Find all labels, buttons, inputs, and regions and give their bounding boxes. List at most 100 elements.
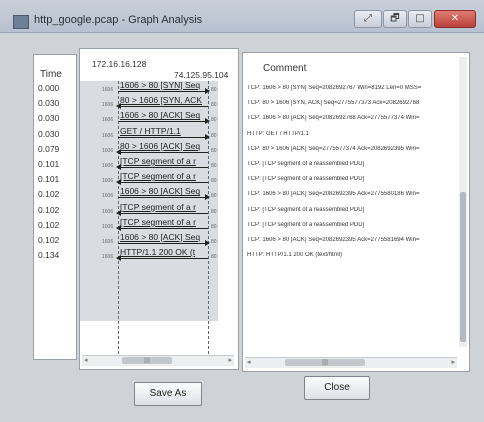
time-value: 0.000	[38, 83, 60, 93]
app-icon	[13, 15, 29, 29]
arrow-left-line	[118, 167, 208, 168]
flow-arrow-label[interactable]: 1606 > 80 [ACK] Seq	[120, 110, 206, 120]
comment-panel[interactable]: Comment TCP: 1606 > 80 [SYN] Seq=2082692…	[242, 52, 470, 372]
arrowhead-icon	[205, 118, 210, 125]
comment-row[interactable]: TCP: [TCP segment of a reassembled PDU]	[247, 222, 461, 228]
graph-panel[interactable]: 172.16.16.128 74.125.95.104 1606 > 80 [S…	[79, 48, 239, 370]
comment-header: Comment	[263, 63, 307, 74]
restore-button[interactable]: 🗗	[383, 10, 407, 28]
port-label: 80	[211, 223, 217, 230]
port-label: 1606	[102, 208, 114, 215]
flow-arrow-label[interactable]: HTTP/1.1 200 OK (t	[120, 247, 206, 257]
comment-vscroll-thumb[interactable]	[460, 192, 466, 342]
flow-arrow-label[interactable]: 1606 > 80 [SYN] Seq	[120, 80, 206, 90]
close-window-button[interactable]: ✕	[434, 10, 476, 28]
port-label: 1606	[102, 178, 114, 185]
arrowhead-icon	[205, 88, 210, 94]
arrow-left-line	[118, 258, 208, 260]
host-a-label: 172.16.16.128	[92, 59, 147, 69]
port-label: 1606	[102, 117, 114, 124]
flow-arrow-label[interactable]: [TCP segment of a r	[120, 156, 206, 166]
graph-hscrollbar[interactable]: ◂ ||| ▸	[82, 355, 234, 366]
resize-icon[interactable]: ⤢	[354, 10, 382, 28]
comment-row[interactable]: TCP: [TCP segment of a reassembled PDU]	[247, 207, 461, 213]
port-label: 80	[211, 208, 217, 215]
arrowhead-icon	[205, 133, 210, 140]
scroll-left-icon[interactable]: ◂	[247, 358, 251, 366]
port-label: 80	[211, 132, 217, 139]
comment-row[interactable]: TCP: 80 > 1606 [ACK] Seq=2775577374 Ack=…	[247, 146, 461, 152]
arrowhead-icon	[205, 240, 210, 246]
comment-row[interactable]: TCP: [TCP segment of a reassembled PDU]	[247, 176, 461, 182]
time-header: Time	[40, 69, 62, 80]
graph-hscroll-thumb[interactable]: |||	[122, 357, 172, 364]
arrow-right-line	[118, 243, 208, 244]
time-value: 0.030	[38, 113, 60, 124]
port-label: 80	[211, 193, 217, 200]
flow-arrow-label[interactable]: 80 > 1606 [ACK] Seq	[120, 141, 206, 151]
comment-row[interactable]: TCP: 1606 > 80 [SYN] Seq=2082692767 Win=…	[247, 85, 461, 91]
port-label: 80	[211, 163, 217, 169]
port-label: 80	[211, 239, 217, 245]
port-label: 1606	[102, 87, 114, 93]
port-label: 80	[211, 147, 217, 154]
flow-arrow-label[interactable]: GET / HTTP/1.1	[120, 126, 206, 136]
flow-arrow-label[interactable]: [TCP segment of a r	[120, 217, 206, 227]
arrow-left-line	[118, 212, 208, 214]
flow-arrow-label[interactable]: 1606 > 80 [ACK] Seq	[120, 186, 206, 196]
comment-row[interactable]: TCP: 1606 > 80 [ACK] Seq=2082692768 Ack=…	[247, 115, 461, 121]
comment-hscrollbar[interactable]: ◂ ||| ▸	[245, 357, 457, 368]
comment-row[interactable]: TCP: 1606 > 80 [ACK] Seq=2082692395 Ack=…	[247, 191, 461, 197]
arrow-right-line	[118, 121, 208, 123]
port-label: 1606	[102, 132, 114, 139]
scroll-right-icon[interactable]: ▸	[228, 356, 232, 364]
flow-arrow-label[interactable]: 1606 > 80 [ACK] Seq	[120, 232, 206, 242]
flow-arrow-label[interactable]: 80 > 1606 [SYN, ACK	[120, 95, 206, 105]
time-value: 0.102	[38, 219, 60, 230]
comment-row[interactable]: HTTP: HTTP/1.1 200 OK (text/html)	[247, 252, 461, 258]
close-button[interactable]: Close	[304, 376, 370, 400]
port-label: 1606	[102, 147, 114, 154]
arrowhead-icon	[116, 148, 121, 155]
arrowhead-icon	[116, 179, 121, 186]
scroll-right-icon[interactable]: ▸	[451, 358, 455, 366]
arrowhead-icon	[116, 209, 121, 216]
port-label: 1606	[102, 163, 114, 169]
host-b-label: 74.125.95.104	[174, 70, 229, 80]
comment-row[interactable]: HTTP: GET / HTTP/1.1	[247, 131, 461, 137]
save-as-button[interactable]: Save As	[134, 382, 202, 406]
arrow-right-line	[118, 136, 208, 138]
arrow-left-line	[118, 182, 208, 184]
window-title: http_google.pcap - Graph Analysis	[34, 14, 203, 26]
port-label: 1606	[102, 102, 114, 109]
flow-arrow-label[interactable]: [TCP segment of a r	[120, 202, 206, 212]
port-label: 1606	[102, 223, 114, 230]
port-label: 80	[211, 87, 217, 93]
port-label: 1606	[102, 254, 114, 261]
comment-hscroll-thumb[interactable]: |||	[285, 359, 365, 366]
time-value: 0.079	[38, 143, 60, 154]
arrow-left-line	[118, 106, 208, 108]
time-panel: Time 0.000 0.030 0.030 0.030 0.079 0.101 0.101…	[33, 54, 77, 360]
comment-vscrollbar[interactable]	[459, 57, 467, 347]
time-value: 0.102	[38, 204, 60, 215]
time-value: 0.102	[38, 235, 60, 245]
arrowhead-icon	[116, 103, 121, 110]
port-label: 80	[211, 178, 217, 185]
time-value: 0.030	[38, 128, 60, 139]
time-value: 0.030	[38, 98, 60, 109]
port-label: 80	[211, 254, 217, 261]
graph-analysis-window: http_google.pcap - Graph Analysis ⤢ 🗗 □ …	[0, 0, 484, 422]
arrowhead-icon	[205, 194, 210, 201]
scroll-left-icon[interactable]: ◂	[84, 356, 88, 364]
flow-arrow-label[interactable]: [TCP segment of a r	[120, 171, 206, 181]
title-bar[interactable]: http_google.pcap - Graph Analysis ⤢ 🗗 □ …	[0, 0, 484, 33]
time-value: 0.101	[38, 174, 60, 185]
maximize-button[interactable]: □	[408, 10, 432, 28]
comment-row[interactable]: TCP: 1606 > 80 [ACK] Seq=2082692395 Ack=…	[247, 237, 461, 243]
comment-row[interactable]: TCP: [TCP segment of a reassembled PDU]	[247, 161, 461, 167]
time-value: 0.102	[38, 189, 60, 200]
time-value: 0.101	[38, 159, 60, 169]
comment-row[interactable]: TCP: 80 > 1606 [SYN, ACK] Seq=2775577373…	[247, 100, 461, 106]
arrow-right-line	[118, 197, 208, 199]
